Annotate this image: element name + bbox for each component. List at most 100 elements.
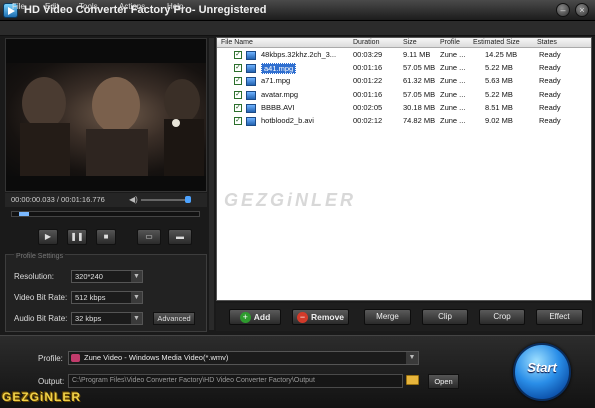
merge-button[interactable]: Merge — [364, 309, 411, 325]
table-row[interactable]: ✓ BBBB.AVI 00:02:05 30.18 MB Zune ... 8.51 MB… — [217, 102, 591, 115]
cell-est: 8.51 MB — [485, 102, 513, 112]
cell-size: 57.05 MB — [403, 63, 436, 73]
window-title: HD Video Converter Factory Pro- Unregist… — [24, 4, 267, 16]
table-row[interactable]: ✓ a71.mpg 00:01:22 61.32 MB Zune ... 5.63 MB R… — [217, 75, 591, 88]
minimize-icon[interactable]: – — [556, 3, 570, 17]
table-row[interactable]: ✓ 48kbps.32khz.2ch_3... 00:03:29 9.11 MB Zun… — [217, 49, 591, 62]
profile-select[interactable]: Zune Video - Windows Media Video(*.wmv) ▼ — [68, 351, 419, 365]
row-checkbox[interactable]: ✓ — [234, 77, 242, 86]
cell-size: 74.82 MB — [403, 116, 436, 125]
snapshot-button[interactable]: ▭ — [137, 229, 161, 245]
cell-profile: Zune ... — [440, 89, 466, 99]
brand-watermark: GEZGiNLER — [2, 390, 82, 404]
video-file-icon — [246, 77, 256, 87]
volume-knob[interactable] — [185, 196, 191, 203]
row-checkbox[interactable]: ✓ — [234, 51, 242, 59]
menu-file[interactable]: File — [12, 2, 25, 11]
cell-est: 9.02 MB — [485, 116, 513, 125]
column-size[interactable]: Size — [403, 39, 417, 46]
profile-value: Zune Video - Windows Media Video(*.wmv) — [84, 353, 229, 362]
volume-slider[interactable] — [141, 199, 191, 201]
cell-duration: 00:02:05 — [353, 102, 383, 112]
file-name-cell: a71.mpg — [261, 76, 291, 86]
cell-est: 5.22 MB — [485, 63, 513, 73]
playback-time: 00:00:00.033 / 00:01:16.776 — [11, 195, 105, 204]
menu-actions[interactable]: Actions — [119, 2, 145, 11]
pause-button[interactable]: ❚❚ — [67, 229, 87, 245]
menu-edit[interactable]: Edit — [45, 2, 59, 11]
close-icon[interactable]: × — [575, 3, 589, 17]
column-profile[interactable]: Profile — [440, 39, 460, 46]
resolution-label: Resolution: — [14, 272, 55, 281]
audio-bitrate-select[interactable]: 32 kbps ▼ — [71, 312, 143, 325]
cell-state: Ready — [539, 116, 561, 125]
cell-duration: 00:03:29 — [353, 50, 383, 59]
browse-folder-icon[interactable] — [406, 375, 419, 385]
watermark: GEZGiNLER — [224, 190, 357, 210]
advanced-button[interactable]: Advanced — [153, 312, 195, 325]
play-icon: ▶ — [44, 232, 52, 241]
file-name-cell: a41.mpg — [261, 63, 297, 75]
row-checkbox[interactable]: ✓ — [234, 90, 242, 99]
column-file-name[interactable]: File Name — [221, 39, 253, 46]
profile-label: Profile: — [38, 354, 63, 363]
seek-bar[interactable] — [11, 211, 200, 217]
column-states[interactable]: States — [537, 39, 557, 46]
cell-state: Ready — [539, 63, 561, 73]
video-bitrate-select[interactable]: 512 kbps ▼ — [71, 291, 143, 304]
zune-icon — [71, 354, 80, 362]
start-label[interactable]: Start — [513, 360, 571, 375]
cell-state: Ready — [539, 76, 561, 86]
table-row[interactable]: ✓ a41.mpg 00:01:16 57.05 MB Zune ... 5.22 MB R… — [217, 62, 591, 75]
cell-duration: 00:01:22 — [353, 76, 383, 86]
menu-help[interactable]: Help — [167, 2, 183, 11]
cell-profile: Zune ... — [440, 50, 466, 59]
row-checkbox[interactable]: ✓ — [234, 64, 242, 73]
table-row[interactable]: ✓ hotblood2_b.avi 00:02:12 74.82 MB Zune ...… — [217, 115, 591, 128]
crop-button[interactable]: Crop — [479, 309, 525, 325]
add-button[interactable]: + Add — [229, 309, 281, 325]
cell-profile: Zune ... — [440, 102, 466, 112]
panel-divider[interactable] — [209, 38, 214, 330]
chevron-down-icon: ▼ — [131, 313, 142, 324]
resolution-value: 320*240 — [75, 272, 103, 281]
pause-icon: ❚❚ — [70, 232, 84, 241]
cell-est: 5.22 MB — [485, 89, 513, 99]
profile-settings-legend: Profile Settings — [14, 253, 66, 261]
open-button[interactable]: Open — [428, 374, 459, 389]
table-row[interactable]: ✓ avatar.mpg 00:01:16 57.05 MB Zune ... 5.22 … — [217, 89, 591, 102]
volume-icon[interactable]: ◀) — [129, 195, 138, 204]
column-estimated-size[interactable]: Estimated Size — [473, 39, 520, 46]
clip-button[interactable]: Clip — [422, 309, 468, 325]
remove-button[interactable]: − Remove — [292, 309, 349, 325]
audio-bitrate-label: Audio Bit Rate: — [14, 314, 68, 323]
menu-tools[interactable]: Tools — [79, 2, 98, 11]
resolution-select[interactable]: 320*240 ▼ — [71, 270, 143, 283]
output-path-field[interactable]: C:\Program Files\Video Converter Factory… — [68, 374, 403, 388]
stop-icon: ■ — [103, 232, 109, 241]
chevron-down-icon: ▼ — [131, 271, 142, 282]
seek-knob[interactable] — [19, 212, 30, 216]
stop-button[interactable]: ■ — [96, 229, 116, 245]
cell-size: 9.11 MB — [403, 50, 431, 59]
file-name-cell: 48kbps.32khz.2ch_3... — [261, 50, 337, 59]
output-label: Output: — [38, 377, 65, 386]
video-file-icon — [246, 117, 256, 126]
file-name-cell: hotblood2_b.avi — [261, 116, 314, 125]
effect-button[interactable]: Effect — [536, 309, 583, 325]
output-panel — [0, 335, 595, 408]
video-file-icon — [246, 90, 256, 100]
camera-icon: ▭ — [145, 232, 153, 241]
video-file-icon — [246, 103, 256, 113]
row-checkbox[interactable]: ✓ — [234, 117, 242, 125]
cell-size: 57.05 MB — [403, 89, 436, 99]
column-duration[interactable]: Duration — [353, 39, 379, 46]
cell-duration: 00:01:16 — [353, 89, 383, 99]
open-folder-button[interactable]: ▬ — [168, 229, 192, 245]
play-button[interactable]: ▶ — [38, 229, 58, 245]
cell-size: 30.18 MB — [403, 102, 436, 112]
cell-est: 14.25 MB — [485, 50, 518, 59]
chevron-down-icon: ▼ — [131, 292, 142, 303]
video-file-icon — [246, 51, 256, 60]
row-checkbox[interactable]: ✓ — [234, 103, 242, 112]
